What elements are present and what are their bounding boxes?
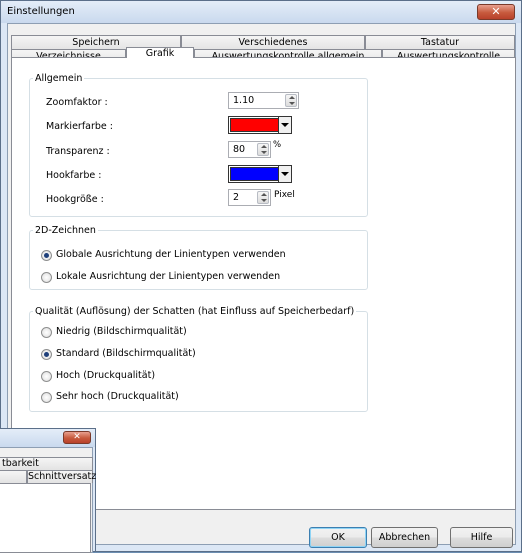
group-schatten-legend: Qualität (Auflösung) der Schatten (hat E… [35, 306, 355, 317]
hookfarbe-picker[interactable] [228, 165, 292, 183]
radio-lokale-ausrichtung-label[interactable]: Lokale Ausrichtung der Linientypen verwe… [56, 271, 280, 282]
tab-grafik[interactable]: Grafik [126, 47, 194, 59]
hookgroesse-value: 2 [233, 192, 240, 203]
radio-lokale-ausrichtung[interactable] [41, 272, 52, 283]
hookgroesse-spin-buttons[interactable] [257, 191, 269, 204]
close-button[interactable]: ✕ [477, 4, 515, 20]
radio-niedrig-label[interactable]: Niedrig (Bildschirmqualität) [56, 326, 187, 337]
radio-sehr-hoch-label[interactable]: Sehr hoch (Druckqualität) [56, 391, 179, 402]
radio-standard-label[interactable]: Standard (Bildschirmqualität) [56, 348, 196, 359]
transparenz-stepper[interactable]: 80 [228, 141, 271, 158]
radio-standard[interactable] [41, 349, 52, 360]
zoom-label: Zoomfaktor : [46, 97, 108, 108]
zoom-spin-buttons[interactable] [285, 94, 297, 107]
radio-niedrig[interactable] [41, 327, 52, 338]
markierfarbe-label: Markierfarbe : [46, 121, 113, 132]
radio-globale-ausrichtung-label[interactable]: Globale Ausrichtung der Linientypen verw… [56, 249, 286, 260]
markierfarbe-picker[interactable] [228, 116, 292, 134]
background-tab-schnittversatz[interactable]: Schnittversatz [27, 470, 96, 483]
ok-button[interactable]: OK [309, 527, 367, 548]
chevron-down-icon[interactable] [278, 117, 291, 133]
hookgroesse-unit: Pixel [274, 190, 295, 200]
transparenz-spin-buttons[interactable] [257, 143, 269, 156]
group-allgemein-legend: Allgemein [35, 73, 83, 84]
transparenz-label: Transparenz : [46, 146, 110, 157]
title-bar[interactable]: Einstellungen ✕ [1, 1, 521, 23]
background-close-button[interactable]: ✕ [63, 431, 91, 444]
markierfarbe-swatch [230, 118, 279, 132]
radio-hoch[interactable] [41, 371, 52, 382]
hookfarbe-label: Hookfarbe : [46, 170, 102, 181]
cancel-button[interactable]: Abbrechen [371, 527, 438, 548]
transparenz-unit: % [273, 140, 282, 150]
tab-verschiedenes[interactable]: Verschiedenes [181, 35, 365, 50]
help-button[interactable]: Hilfe [450, 527, 513, 548]
background-window[interactable]: ✕ tbarkeit Schnittversatz [0, 428, 96, 553]
background-window-title-bar[interactable]: ✕ [0, 429, 95, 447]
transparenz-value: 80 [233, 144, 246, 155]
group-2d-zeichnen-legend: 2D-Zeichnen [35, 225, 96, 236]
hookgroesse-stepper[interactable]: 2 [228, 189, 271, 206]
zoom-stepper[interactable]: 1.10 [228, 92, 299, 109]
tab-tastatur[interactable]: Tastatur [365, 35, 515, 50]
hookfarbe-swatch [230, 167, 279, 181]
window-title: Einstellungen [7, 6, 75, 17]
radio-globale-ausrichtung[interactable] [41, 250, 52, 261]
background-tab-blank[interactable] [0, 470, 27, 483]
background-tab-partial[interactable]: tbarkeit [0, 457, 93, 470]
hookgroesse-label: Hookgröße : [46, 194, 104, 205]
radio-sehr-hoch[interactable] [41, 392, 52, 403]
radio-hoch-label[interactable]: Hoch (Druckqualität) [56, 370, 155, 381]
background-tab-panel [0, 483, 91, 553]
chevron-down-icon[interactable] [278, 166, 291, 182]
zoom-value: 1.10 [233, 95, 255, 106]
